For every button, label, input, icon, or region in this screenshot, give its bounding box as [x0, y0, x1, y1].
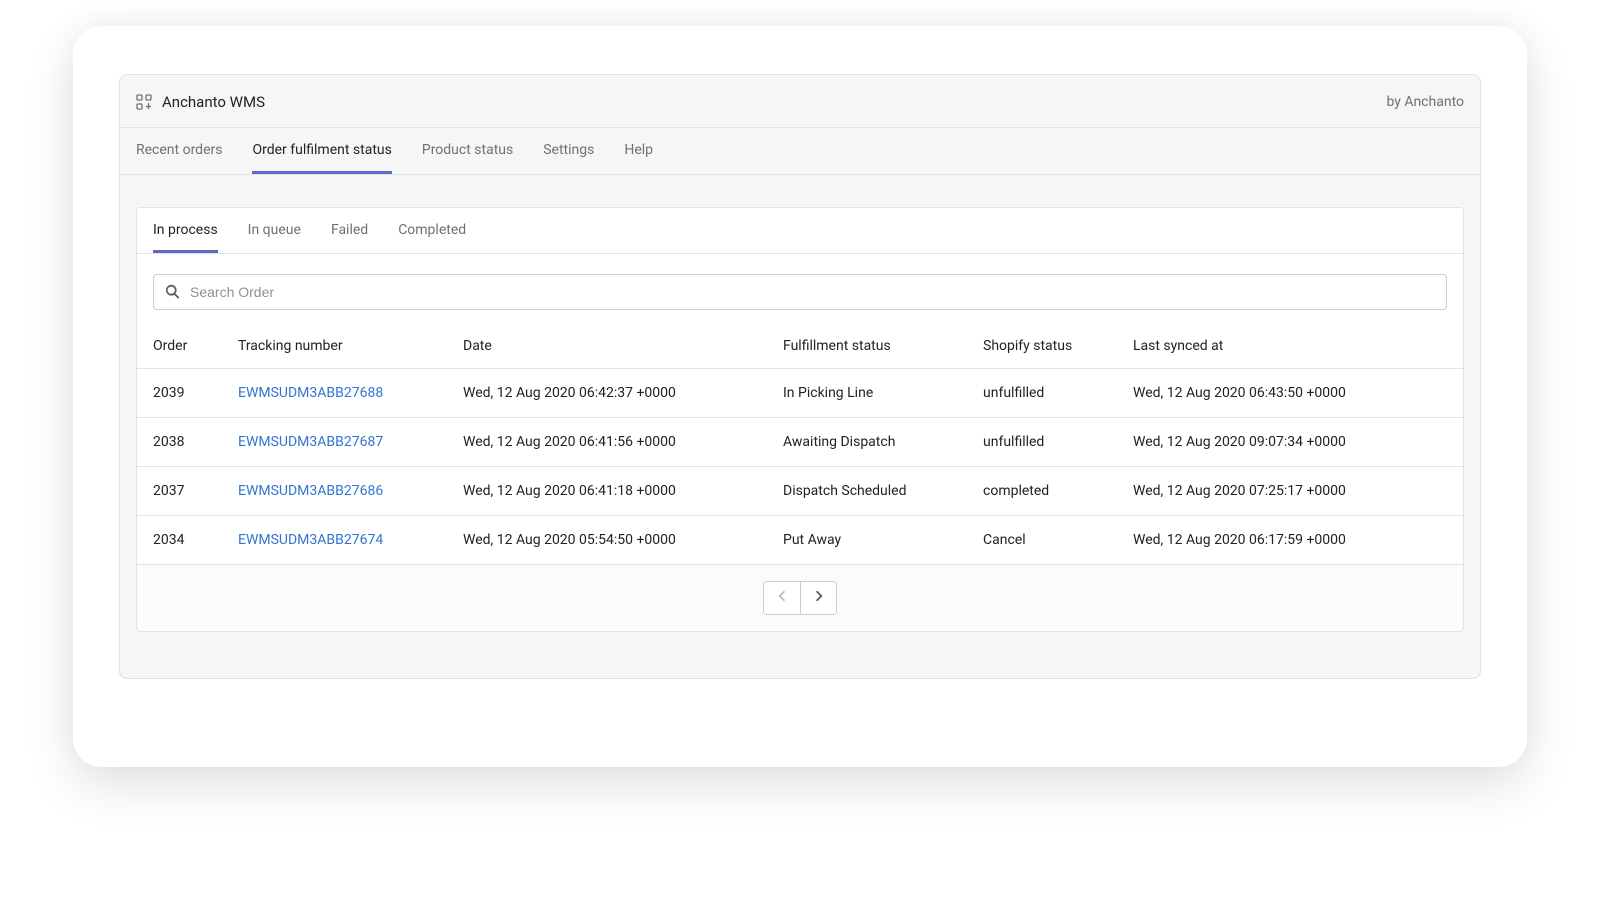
prev-page-button[interactable]	[764, 582, 800, 614]
nav-tab-recent-orders[interactable]: Recent orders	[136, 128, 222, 174]
cell-shopify: Cancel	[983, 532, 1133, 548]
search-input[interactable]	[190, 284, 1436, 300]
cell-synced: Wed, 12 Aug 2020 06:17:59 +0000	[1133, 532, 1447, 548]
nav-tab-order-fulfilment-status[interactable]: Order fulfilment status	[252, 128, 391, 174]
app-header: Anchanto WMS by Anchanto	[120, 75, 1480, 128]
nav-tabs: Recent orders Order fulfilment status Pr…	[120, 128, 1480, 175]
cell-synced: Wed, 12 Aug 2020 07:25:17 +0000	[1133, 483, 1447, 499]
cell-synced: Wed, 12 Aug 2020 09:07:34 +0000	[1133, 434, 1447, 450]
cell-date: Wed, 12 Aug 2020 06:41:18 +0000	[463, 483, 783, 499]
content-card: In process In queue Failed Completed	[136, 207, 1464, 632]
cell-fulfillment: Put Away	[783, 532, 983, 548]
cell-fulfillment: Awaiting Dispatch	[783, 434, 983, 450]
sub-tab-failed[interactable]: Failed	[331, 208, 368, 253]
cell-date: Wed, 12 Aug 2020 06:42:37 +0000	[463, 385, 783, 401]
col-tracking-number: Tracking number	[238, 338, 463, 354]
cell-date: Wed, 12 Aug 2020 05:54:50 +0000	[463, 532, 783, 548]
table-row: 2034 EWMSUDM3ABB27674 Wed, 12 Aug 2020 0…	[137, 516, 1463, 564]
col-date: Date	[463, 338, 783, 354]
nav-tab-help[interactable]: Help	[624, 128, 653, 174]
cell-order: 2034	[153, 532, 238, 548]
table-row: 2037 EWMSUDM3ABB27686 Wed, 12 Aug 2020 0…	[137, 467, 1463, 516]
cell-tracking-link[interactable]: EWMSUDM3ABB27674	[238, 532, 463, 548]
table-header: Order Tracking number Date Fulfillment s…	[137, 318, 1463, 369]
col-order: Order	[153, 338, 238, 354]
app-by: by Anchanto	[1386, 94, 1464, 110]
cell-tracking-link[interactable]: EWMSUDM3ABB27688	[238, 385, 463, 401]
sub-tab-completed[interactable]: Completed	[398, 208, 466, 253]
cell-shopify: unfulfilled	[983, 434, 1133, 450]
cell-order: 2038	[153, 434, 238, 450]
sub-tabs: In process In queue Failed Completed	[137, 208, 1463, 254]
col-last-synced-at: Last synced at	[1133, 338, 1447, 354]
search-field[interactable]	[153, 274, 1447, 310]
col-fulfillment-status: Fulfillment status	[783, 338, 983, 354]
pagination	[137, 564, 1463, 631]
sub-tab-in-queue[interactable]: In queue	[248, 208, 301, 253]
app-frame: Anchanto WMS by Anchanto Recent orders O…	[73, 26, 1527, 767]
cell-shopify: unfulfilled	[983, 385, 1133, 401]
arrow-right-icon	[810, 587, 828, 609]
nav-tab-settings[interactable]: Settings	[543, 128, 594, 174]
app-icon	[136, 94, 152, 110]
cell-fulfillment: In Picking Line	[783, 385, 983, 401]
app-title: Anchanto WMS	[162, 93, 265, 111]
cell-synced: Wed, 12 Aug 2020 06:43:50 +0000	[1133, 385, 1447, 401]
arrow-left-icon	[773, 587, 791, 609]
cell-date: Wed, 12 Aug 2020 06:41:56 +0000	[463, 434, 783, 450]
next-page-button[interactable]	[800, 582, 836, 614]
col-shopify-status: Shopify status	[983, 338, 1133, 354]
cell-shopify: completed	[983, 483, 1133, 499]
cell-order: 2039	[153, 385, 238, 401]
orders-table: Order Tracking number Date Fulfillment s…	[137, 318, 1463, 564]
cell-fulfillment: Dispatch Scheduled	[783, 483, 983, 499]
cell-tracking-link[interactable]: EWMSUDM3ABB27687	[238, 434, 463, 450]
cell-tracking-link[interactable]: EWMSUDM3ABB27686	[238, 483, 463, 499]
table-row: 2038 EWMSUDM3ABB27687 Wed, 12 Aug 2020 0…	[137, 418, 1463, 467]
sub-tab-in-process[interactable]: In process	[153, 208, 218, 253]
main-panel: Anchanto WMS by Anchanto Recent orders O…	[119, 74, 1481, 679]
nav-tab-product-status[interactable]: Product status	[422, 128, 513, 174]
table-row: 2039 EWMSUDM3ABB27688 Wed, 12 Aug 2020 0…	[137, 369, 1463, 418]
cell-order: 2037	[153, 483, 238, 499]
search-icon	[164, 283, 182, 301]
